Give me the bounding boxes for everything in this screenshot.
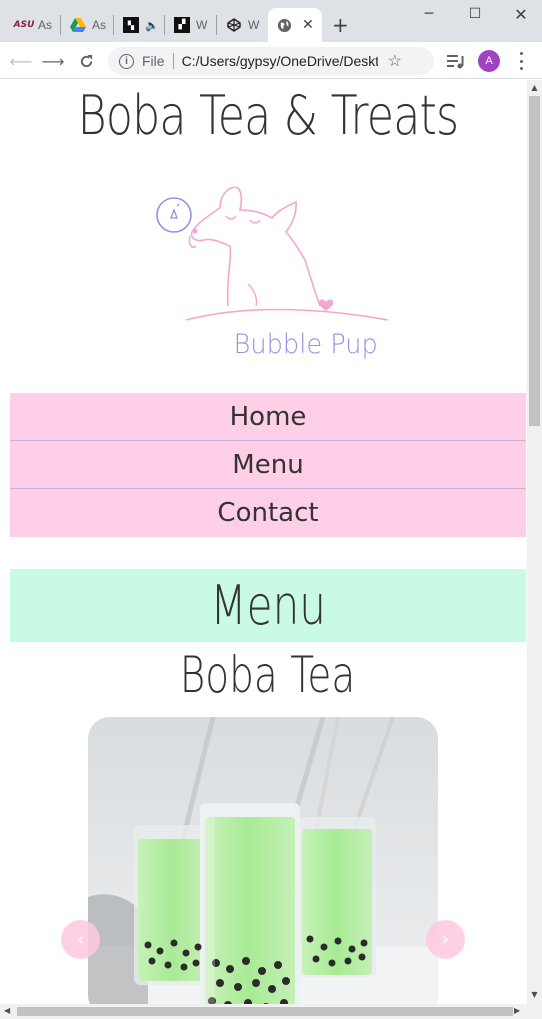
scroll-down-icon[interactable]: ▼ bbox=[530, 990, 539, 999]
maximize-button[interactable]: ☐ bbox=[452, 4, 498, 24]
section-title: Boba Tea bbox=[10, 646, 526, 704]
app-icon: ▞ bbox=[174, 17, 190, 33]
url-text[interactable]: C:/Users/gypsy/OneDrive/Deskto... bbox=[182, 53, 378, 69]
vertical-scroll-thumb[interactable] bbox=[529, 96, 540, 426]
info-icon[interactable]: i bbox=[119, 53, 134, 69]
browser-toolbar: ⟵ ⟶ i File C:/Users/gypsy/OneDrive/Deskt… bbox=[0, 42, 542, 79]
bookmark-star-icon[interactable]: ☆ bbox=[388, 51, 402, 71]
browser-tab[interactable]: W bbox=[218, 8, 259, 42]
carousel-prev-button[interactable]: ‹ bbox=[61, 920, 100, 959]
media-controls-icon[interactable] bbox=[446, 53, 466, 69]
google-drive-icon bbox=[70, 17, 86, 33]
close-window-button[interactable]: ✕ bbox=[498, 4, 542, 24]
logo-text: Bubble Pup bbox=[234, 329, 378, 360]
speaker-icon[interactable]: 🔈 bbox=[145, 19, 159, 32]
horizontal-scroll-thumb[interactable] bbox=[17, 1007, 513, 1016]
browser-tab[interactable]: ▞ W bbox=[166, 8, 207, 42]
scroll-right-icon[interactable]: ▶ bbox=[514, 1006, 520, 1015]
boba-tea-heading: Boba Tea bbox=[180, 646, 356, 704]
scroll-up-icon[interactable]: ▲ bbox=[530, 83, 539, 92]
horizontal-scrollbar[interactable]: ◀ ▶ bbox=[0, 1004, 542, 1019]
new-tab-button[interactable]: + bbox=[332, 13, 349, 37]
profile-avatar[interactable]: A bbox=[478, 50, 500, 72]
browser-tab[interactable]: As bbox=[62, 8, 106, 42]
tab-title: W bbox=[196, 18, 208, 32]
boba-tea-carousel[interactable] bbox=[88, 717, 438, 1004]
address-bar[interactable]: i File C:/Users/gypsy/OneDrive/Deskto...… bbox=[108, 47, 434, 75]
site-title: Boba Tea & Treats bbox=[77, 84, 459, 147]
tab-title: As bbox=[92, 18, 107, 32]
reload-button[interactable] bbox=[75, 50, 97, 72]
scheme-label: File bbox=[142, 53, 165, 69]
globe-icon bbox=[276, 17, 292, 33]
menu-heading-banner: Menu bbox=[10, 569, 526, 642]
tab-strip: ASU As As ▚ 🔈 ▞ W W ✕ + ─ ☐ ✕ bbox=[0, 0, 542, 42]
tab-title: As bbox=[38, 18, 53, 32]
browser-tab[interactable]: ASU As bbox=[8, 8, 52, 42]
app-icon: ▚ bbox=[123, 17, 139, 33]
menu-heading: Menu bbox=[210, 574, 326, 637]
scroll-left-icon[interactable]: ◀ bbox=[4, 1006, 10, 1015]
asu-icon: ASU bbox=[13, 20, 35, 30]
codepen-icon bbox=[226, 17, 242, 33]
forward-button[interactable]: ⟶ bbox=[42, 50, 65, 72]
nav-contact[interactable]: Contact bbox=[10, 489, 526, 537]
vertical-scrollbar[interactable]: ▲ ▼ bbox=[527, 80, 542, 1004]
back-button[interactable]: ⟵ bbox=[10, 50, 33, 72]
carousel-next-button[interactable]: › bbox=[426, 920, 465, 959]
nav-home[interactable]: Home bbox=[10, 393, 526, 441]
page-viewport: Boba Tea & Treats Bubble Pup Home Menu C… bbox=[0, 80, 527, 1004]
boba-tea-image bbox=[88, 717, 438, 1004]
browser-tab[interactable]: ▚ 🔈 bbox=[115, 8, 159, 42]
close-tab-icon[interactable]: ✕ bbox=[302, 17, 314, 33]
tab-title: W bbox=[248, 18, 260, 32]
menu-kebab-icon[interactable] bbox=[514, 52, 528, 70]
nav-menu[interactable]: Menu bbox=[10, 441, 526, 489]
browser-tab-active[interactable]: ✕ bbox=[268, 8, 322, 42]
bubble-pup-logo: Bubble Pup bbox=[156, 186, 389, 360]
minimize-button[interactable]: ─ bbox=[406, 4, 452, 24]
main-nav: Home Menu Contact bbox=[10, 393, 526, 537]
